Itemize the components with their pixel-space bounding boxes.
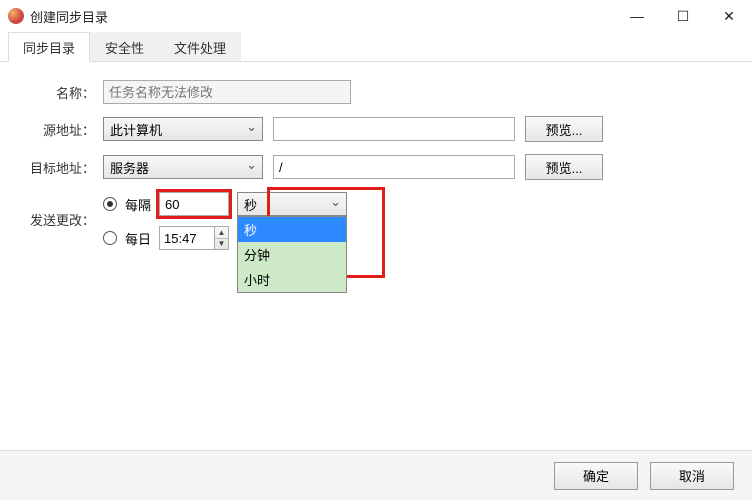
target-select[interactable]: 服务器	[103, 155, 263, 179]
tabs: 同步目录 安全性 文件处理	[0, 32, 752, 62]
titlebar: 创建同步目录 ― ☐ ✕	[0, 0, 752, 32]
label-target: 目标地址：	[18, 158, 103, 177]
tab-file-processing[interactable]: 文件处理	[159, 32, 241, 61]
spinner-down-icon[interactable]: ▼	[215, 239, 228, 250]
app-icon	[8, 8, 24, 24]
window-controls: ― ☐ ✕	[614, 0, 752, 32]
target-path-input[interactable]	[273, 155, 515, 179]
interval-value-input[interactable]	[159, 192, 229, 216]
ok-button[interactable]: 确定	[554, 462, 638, 490]
time-spinner[interactable]: ▲ ▼	[215, 226, 229, 250]
row-schedule: 发送更改： 每隔 秒 秒 分钟 小时	[18, 192, 734, 250]
label-name: 名称：	[18, 83, 103, 102]
cancel-button[interactable]: 取消	[650, 462, 734, 490]
spinner-up-icon[interactable]: ▲	[215, 227, 228, 239]
radio-row-interval: 每隔 秒 秒 分钟 小时	[103, 192, 347, 216]
source-path-input[interactable]	[273, 117, 515, 141]
tab-sync[interactable]: 同步目录	[8, 32, 90, 62]
radio-interval-label: 每隔	[125, 195, 151, 214]
maximize-button[interactable]: ☐	[660, 0, 706, 32]
target-select-value: 服务器	[110, 158, 149, 177]
row-target: 目标地址： 服务器 预览...	[18, 154, 734, 180]
unit-option-minutes[interactable]: 分钟	[238, 242, 346, 267]
row-source: 源地址： 此计算机 预览...	[18, 116, 734, 142]
source-select-value: 此计算机	[110, 120, 162, 139]
minimize-button[interactable]: ―	[614, 0, 660, 32]
row-name: 名称：	[18, 80, 734, 104]
tab-security[interactable]: 安全性	[90, 32, 159, 61]
footer: 确定 取消	[0, 450, 752, 500]
radio-daily[interactable]	[103, 231, 117, 245]
form: 名称： 源地址： 此计算机 预览... 目标地址： 服务器 预览... 发送更改…	[0, 62, 752, 250]
radio-daily-label: 每日	[125, 229, 151, 248]
source-select[interactable]: 此计算机	[103, 117, 263, 141]
label-source: 源地址：	[18, 120, 103, 139]
interval-unit-dropdown: 秒 分钟 小时	[237, 216, 347, 293]
window-title: 创建同步目录	[30, 7, 108, 26]
daily-time-input[interactable]: 15:47	[159, 226, 215, 250]
source-browse-button[interactable]: 预览...	[525, 116, 603, 142]
radio-group-schedule: 每隔 秒 秒 分钟 小时 每日 1	[103, 192, 347, 250]
radio-interval[interactable]	[103, 197, 117, 211]
close-button[interactable]: ✕	[706, 0, 752, 32]
unit-option-hours[interactable]: 小时	[238, 267, 346, 292]
interval-unit-value: 秒	[244, 195, 257, 214]
name-input	[103, 80, 351, 104]
unit-option-seconds[interactable]: 秒	[238, 217, 346, 242]
interval-unit-select[interactable]: 秒	[237, 192, 347, 216]
label-send-changes: 发送更改：	[18, 210, 103, 229]
target-browse-button[interactable]: 预览...	[525, 154, 603, 180]
